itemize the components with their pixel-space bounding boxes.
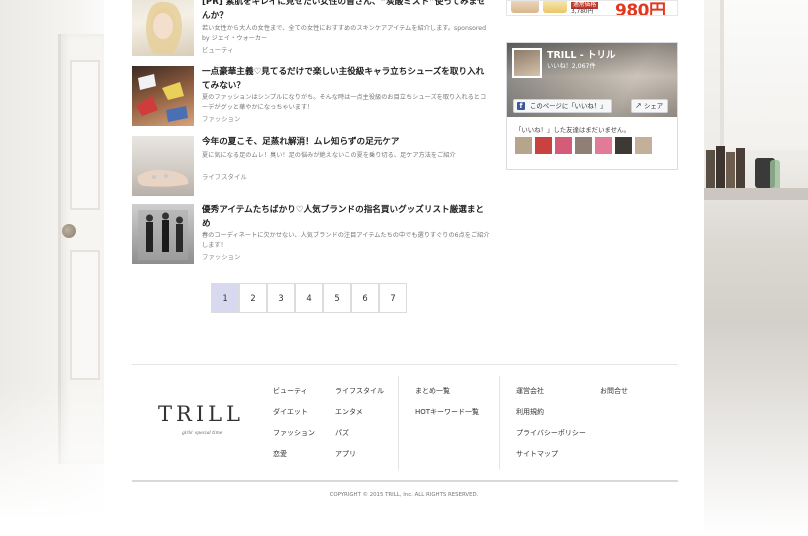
facebook-like-count: いいね！2,067件 — [547, 63, 596, 70]
article-thumbnail[interactable] — [132, 136, 194, 196]
fan-avatar[interactable] — [575, 137, 592, 154]
footer-link-company[interactable]: 運営会社 — [516, 386, 544, 396]
footer-logo[interactable]: TRILL — [158, 402, 244, 426]
page-link-4[interactable]: 4 — [295, 283, 323, 313]
footer-column-divider — [499, 376, 500, 470]
facebook-like-label: このページに「いいね！」 — [530, 102, 607, 110]
facebook-like-button[interactable]: f このページに「いいね！」 — [513, 99, 612, 113]
article-title[interactable]: [PR] 素肌をキレイに見せたい女性の皆さん、“炭酸ミスト”使ってみませんか？ — [202, 0, 492, 23]
footer-link-contact[interactable]: お問合せ — [600, 386, 628, 396]
article-thumbnail[interactable] — [132, 204, 194, 264]
page-link-1[interactable]: 1 — [211, 283, 239, 313]
article-description: 夏のファッションはシンプルになりがち。そんな時は一点主役級のお目立ちシューズを取… — [202, 94, 487, 111]
facebook-profile-image[interactable] — [512, 48, 542, 78]
fan-avatar[interactable] — [535, 137, 552, 154]
sidebar-ad-banner[interactable]: 通常価格 3,780円 980円 — [506, 0, 678, 16]
footer-link-fashion[interactable]: ファッション — [273, 428, 315, 438]
page-link-2[interactable]: 2 — [239, 283, 267, 313]
footer-link-love[interactable]: 恋愛 — [273, 449, 287, 459]
facebook-page-widget: TRILL - トリル いいね！2,067件 f このページに「いいね！」 ↗ … — [506, 42, 678, 170]
article-category[interactable]: ビューティ — [202, 45, 234, 54]
door-panel — [70, 60, 100, 210]
footer-link-app[interactable]: アプリ — [335, 449, 356, 459]
article-title[interactable]: 今年の夏こそ、足蒸れ解消！ムレ知らずの足元ケア — [202, 136, 492, 150]
article-card[interactable]: 一点豪華主義♡見てるだけで楽しい主役級キャラ立ちシューズを取り入れてみない？ 夏… — [132, 66, 492, 128]
copyright-text: COPYRIGHT © 2015 TRILL, Inc. ALL RIGHTS … — [329, 492, 479, 498]
article-title[interactable]: 一点豪華主義♡見てるだけで楽しい主役級キャラ立ちシューズを取り入れてみない？ — [202, 66, 492, 93]
footer-bottom-divider — [132, 480, 678, 482]
article-description: 夏に気になる足のムレ！臭い！足の悩みが絶えないこの夏を乗り切る、足ケア方法をご紹… — [202, 152, 456, 159]
page-link-7[interactable]: 7 — [379, 283, 407, 313]
fan-avatar[interactable] — [515, 137, 532, 154]
article-card[interactable]: 優秀アイテムたちばかり♡人気ブランドの指名買いグッズリスト厳選まとめ 春のコーデ… — [132, 204, 492, 266]
ad-sale-price: 980円 — [615, 1, 666, 16]
fan-avatar[interactable] — [635, 137, 652, 154]
footer-link-lifestyle[interactable]: ライフスタイル — [335, 386, 384, 396]
footer-link-sitemap[interactable]: サイトマップ — [516, 449, 558, 459]
fan-avatar[interactable] — [595, 137, 612, 154]
footer-link-hot-keywords[interactable]: HOTキーワード一覧 — [415, 407, 479, 417]
fan-avatar[interactable] — [555, 137, 572, 154]
footer-column-divider — [398, 376, 399, 470]
background-fade — [0, 380, 104, 536]
article-category[interactable]: ファッション — [202, 114, 240, 123]
background-window — [720, 0, 808, 150]
footer-link-privacy[interactable]: プライバシーポリシー — [516, 428, 586, 438]
door-knob — [62, 224, 76, 238]
ad-normal-price-value: 3,780円 — [571, 8, 594, 15]
article-card[interactable]: [PR] 素肌をキレイに見せたい女性の皆さん、“炭酸ミスト”使ってみませんか？ … — [132, 0, 492, 60]
article-description: 若い女性から大人の女性まで、全ての女性におすすめのスキンケアアイテムを紹介します… — [202, 25, 487, 42]
footer-divider — [132, 364, 678, 365]
facebook-share-button[interactable]: ↗ シェア — [631, 99, 669, 113]
ad-normal-price: 通常価格 3,780円 — [571, 2, 599, 15]
door-panel — [70, 250, 100, 380]
background-bottle — [770, 160, 780, 190]
page-link-6[interactable]: 6 — [351, 283, 379, 313]
article-category[interactable]: ライフスタイル — [202, 172, 247, 181]
facebook-friends-text: 「いいね！」した友達はまだいません。 — [515, 126, 630, 134]
background-shelf — [704, 188, 808, 200]
page-link-3[interactable]: 3 — [267, 283, 295, 313]
share-icon: ↗ — [635, 101, 642, 110]
facebook-page-name[interactable]: TRILL - トリル — [547, 47, 616, 61]
footer-link-beauty[interactable]: ビューティ — [273, 386, 308, 396]
article-category[interactable]: ファッション — [202, 252, 240, 261]
facebook-icon: f — [517, 102, 525, 110]
footer-link-buzz[interactable]: パズ — [335, 428, 349, 438]
ad-product-image — [543, 1, 567, 13]
article-description: 春のコーディネートに欠かせない、人気ブランドの注目アイテムたちの中でも選りすぐり… — [202, 232, 490, 249]
article-thumbnail[interactable] — [132, 0, 194, 56]
footer-link-terms[interactable]: 利用規約 — [516, 407, 544, 417]
footer-link-matome[interactable]: まとめ一覧 — [415, 386, 450, 396]
page-link-5[interactable]: 5 — [323, 283, 351, 313]
article-card[interactable]: 今年の夏こそ、足蒸れ解消！ムレ知らずの足元ケア 夏に気になる足のムレ！臭い！足の… — [132, 136, 492, 196]
footer-link-entertainment[interactable]: エンタメ — [335, 407, 363, 417]
footer-link-diet[interactable]: ダイエット — [273, 407, 308, 417]
article-thumbnail[interactable] — [132, 66, 194, 126]
facebook-share-label: シェア — [644, 102, 664, 110]
footer-logo-tagline: girls' special time — [182, 431, 223, 436]
fan-avatar[interactable] — [615, 137, 632, 154]
main-content: [PR] 素肌をキレイに見せたい女性の皆さん、“炭酸ミスト”使ってみませんか？ … — [104, 0, 704, 536]
article-title[interactable]: 優秀アイテムたちばかり♡人気ブランドの指名買いグッズリスト厳選まとめ — [202, 204, 492, 231]
ad-product-image — [511, 1, 539, 13]
